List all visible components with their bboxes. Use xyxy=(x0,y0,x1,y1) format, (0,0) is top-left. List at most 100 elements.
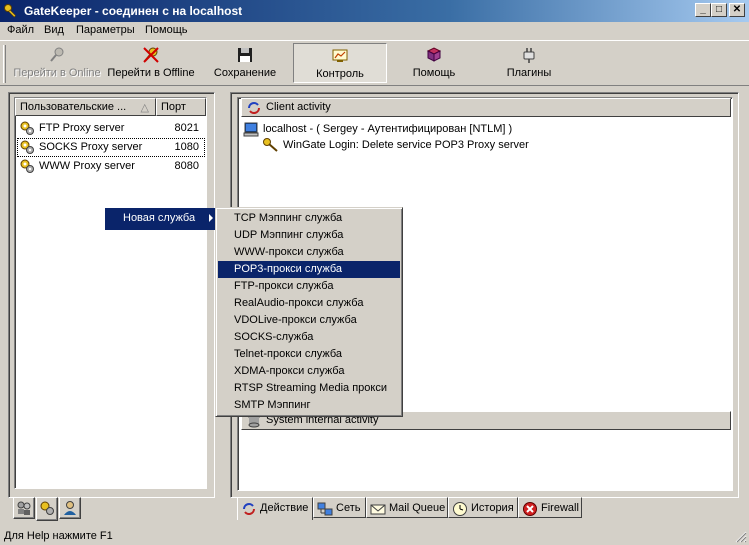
close-button[interactable]: ✕ xyxy=(729,3,745,17)
column-header-name[interactable]: Пользовательские ... △ xyxy=(15,98,156,116)
toolbar-grip xyxy=(3,45,6,83)
go-offline-label: Перейти в Offline xyxy=(107,67,195,79)
service-name: FTP Proxy server xyxy=(39,122,125,134)
save-button[interactable]: Сохранение xyxy=(205,43,285,83)
users-icon xyxy=(17,501,31,515)
key-cross-icon xyxy=(143,47,159,63)
client-activity-header: Client activity xyxy=(241,98,731,117)
service-gear-icon xyxy=(20,121,34,135)
submenu-item-socks[interactable]: SOCKS-служба xyxy=(218,329,400,346)
submenu-item-vdolive-proxy[interactable]: VDOLive-прокси служба xyxy=(218,312,400,329)
column-header-name-label: Пользовательские ... xyxy=(20,101,127,113)
login-event-line[interactable]: WinGate Login: Delete service POP3 Proxy… xyxy=(283,139,529,151)
client-activity-title: Client activity xyxy=(266,101,331,113)
service-gear-icon xyxy=(40,501,54,515)
plug-icon xyxy=(523,48,535,63)
submenu-item-www-proxy[interactable]: WWW-прокси служба xyxy=(218,244,400,261)
submenu-item-ftp-proxy[interactable]: FTP-прокси служба xyxy=(218,278,400,295)
tab-accounts[interactable] xyxy=(59,497,81,519)
tab-firewall[interactable]: Firewall xyxy=(518,497,582,518)
services-list[interactable]: Пользовательские ... △ Порт FTP Proxy se… xyxy=(14,97,207,489)
plugins-button[interactable]: Плагины xyxy=(490,43,568,83)
service-name: WWW Proxy server xyxy=(39,160,135,172)
column-header-port[interactable]: Порт xyxy=(156,98,206,116)
menu-view[interactable]: Вид xyxy=(44,24,64,36)
maximize-button[interactable]: □ xyxy=(711,3,727,17)
submenu-item-pop3-proxy[interactable]: POP3-прокси служба xyxy=(218,261,400,278)
go-offline-button[interactable]: Перейти в Offline xyxy=(104,43,198,83)
help-label: Помощь xyxy=(412,67,456,79)
tab-firewall-label: Firewall xyxy=(541,502,579,514)
submenu-item-label: RealAudio-прокси служба xyxy=(234,297,364,309)
service-gear-icon xyxy=(20,159,34,173)
tab-mail-queue[interactable]: Mail Queue xyxy=(366,497,448,518)
submenu-item-rtsp-proxy[interactable]: RTSP Streaming Media прокси xyxy=(218,380,400,397)
service-port: 1080 xyxy=(174,141,199,153)
column-header-port-label: Порт xyxy=(161,101,186,113)
key-icon xyxy=(4,4,17,18)
submenu-item-label: WWW-прокси служба xyxy=(234,246,344,258)
submenu-item-label: SMTP Мэппинг xyxy=(234,399,311,411)
service-row-socks[interactable]: SOCKS Proxy server 1080 xyxy=(17,138,205,157)
tab-activity-label: Действие xyxy=(260,502,309,514)
status-bar: Для Help нажмите F1 xyxy=(0,527,749,545)
menu-file[interactable]: Файл xyxy=(7,24,34,36)
help-book-icon xyxy=(426,47,442,62)
tab-network[interactable]: Сеть xyxy=(313,497,366,518)
tab-history[interactable]: История xyxy=(448,497,518,518)
resize-grip-icon[interactable] xyxy=(735,531,747,543)
network-icon xyxy=(317,502,333,516)
submenu-arrow-icon xyxy=(209,214,213,222)
title-bar: GateKeeper - соединен с на localhost _ □… xyxy=(0,0,749,22)
submenu-item-label: TCP Мэппинг служба xyxy=(234,212,343,224)
go-online-button[interactable]: Перейти в Online xyxy=(10,43,104,83)
submenu-item-tcp-mapping[interactable]: TCP Мэппинг служба xyxy=(218,210,400,227)
submenu-item-xdma-proxy[interactable]: XDMA-прокси служба xyxy=(218,363,400,380)
refresh-arrows-icon xyxy=(248,102,260,114)
submenu-item-label: XDMA-прокси служба xyxy=(234,365,345,377)
menu-help[interactable]: Помощь xyxy=(145,24,188,36)
menu-bar: Файл Вид Параметры Помощь xyxy=(0,22,749,40)
control-button[interactable]: Контроль xyxy=(293,43,387,83)
submenu-item-label: UDP Мэппинг служба xyxy=(234,229,344,241)
envelope-icon xyxy=(370,504,386,515)
tab-mail-queue-label: Mail Queue xyxy=(389,502,446,514)
service-gear-icon xyxy=(20,140,34,154)
tab-services[interactable] xyxy=(36,497,58,521)
window-title: GateKeeper - соединен с на localhost xyxy=(24,4,243,18)
go-online-label: Перейти в Online xyxy=(13,67,101,79)
context-menu-new-service[interactable]: Новая служба xyxy=(105,208,217,230)
plugins-label: Плагины xyxy=(506,67,552,79)
service-port: 8021 xyxy=(174,122,199,134)
service-name: SOCKS Proxy server xyxy=(39,141,143,153)
control-label: Контроль xyxy=(316,68,364,80)
submenu-item-realaudio-proxy[interactable]: RealAudio-прокси служба xyxy=(218,295,400,312)
floppy-disk-icon xyxy=(238,48,252,62)
service-row-ftp[interactable]: FTP Proxy server 8021 xyxy=(17,119,205,138)
submenu-item-label: Telnet-прокси служба xyxy=(234,348,343,360)
client-session-line[interactable]: localhost - ( Sergey - Аутентифицирован … xyxy=(263,123,512,135)
submenu-item-smtp-mapping[interactable]: SMTP Мэппинг xyxy=(218,397,400,414)
new-service-label: Новая служба xyxy=(123,212,196,224)
person-icon xyxy=(64,501,76,515)
help-button[interactable]: Помощь xyxy=(395,43,473,83)
menu-settings[interactable]: Параметры xyxy=(76,24,135,36)
tab-network-label: Сеть xyxy=(336,502,361,514)
submenu-item-telnet-proxy[interactable]: Telnet-прокси служба xyxy=(218,346,400,363)
tab-users[interactable] xyxy=(13,497,35,519)
minimize-button[interactable]: _ xyxy=(695,3,711,17)
service-row-www[interactable]: WWW Proxy server 8080 xyxy=(17,157,205,176)
submenu-item-label: FTP-прокси служба xyxy=(234,280,334,292)
toolbar: Перейти в Online Перейти в Offline Сохра… xyxy=(0,40,749,86)
tab-activity[interactable]: Действие xyxy=(237,497,313,520)
submenu-item-udp-mapping[interactable]: UDP Мэппинг служба xyxy=(218,227,400,244)
save-label: Сохранение xyxy=(213,67,277,79)
computer-icon xyxy=(243,122,259,137)
submenu-item-label: SOCKS-служба xyxy=(234,331,314,343)
monitor-chart-icon xyxy=(332,49,348,62)
submenu-item-label: RTSP Streaming Media прокси xyxy=(234,382,387,394)
submenu-item-label: POP3-прокси служба xyxy=(234,263,343,275)
clock-icon xyxy=(453,502,467,516)
status-text: Для Help нажмите F1 xyxy=(4,530,113,542)
submenu-item-label: VDOLive-прокси служба xyxy=(234,314,357,326)
